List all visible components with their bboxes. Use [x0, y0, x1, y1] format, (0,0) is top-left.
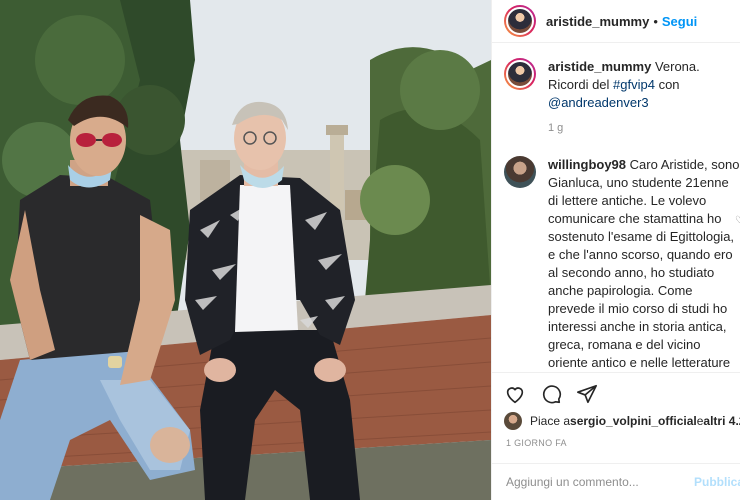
comment-like-icon[interactable]: ♡	[735, 215, 740, 226]
post-details-panel: aristide_mummy • Segui aristide_mummy Ve…	[491, 0, 740, 500]
comment-icon[interactable]	[540, 383, 562, 405]
caption-text-mid: con	[654, 77, 680, 92]
caption-username[interactable]: aristide_mummy	[548, 59, 651, 74]
avatar[interactable]	[504, 5, 536, 37]
comment-body: willingboy98 Caro Aristide, sono Gianluc…	[548, 156, 740, 370]
liker-avatar[interactable]	[504, 412, 522, 430]
caption-time: 1 g	[548, 122, 564, 134]
post-header: aristide_mummy • Segui	[492, 0, 740, 43]
comment-username[interactable]: willingboy98	[548, 157, 626, 172]
share-icon[interactable]	[576, 383, 598, 405]
comment-input[interactable]: Aggiungi un commento...	[506, 475, 694, 489]
liker-username[interactable]: sergio_volpini_official	[570, 414, 697, 428]
caption-body: aristide_mummy Verona. Ricordi del #gfvi…	[548, 58, 740, 112]
likes-mid: e	[696, 414, 704, 428]
caption-avatar[interactable]	[504, 58, 536, 90]
post-date[interactable]: 1 GIORNO FA	[506, 438, 567, 448]
likes-prefix: Piace a	[530, 414, 571, 428]
add-comment-bar: Aggiungi un commento... Pubblica	[492, 463, 740, 500]
comment-item: willingboy98 Caro Aristide, sono Gianluc…	[504, 156, 740, 370]
publish-button[interactable]: Pubblica	[694, 475, 740, 489]
likes-others[interactable]: altri 4.298	[703, 414, 740, 428]
mention-link[interactable]: @andreadenver3	[548, 95, 649, 110]
caption: aristide_mummy Verona. Ricordi del #gfvi…	[504, 58, 740, 112]
comments-list[interactable]: aristide_mummy Verona. Ricordi del #gfvi…	[492, 58, 740, 370]
comment-avatar[interactable]	[504, 156, 536, 188]
action-bar	[492, 372, 740, 414]
hashtag-link[interactable]: #gfvip4	[613, 77, 655, 92]
separator-dot: •	[653, 13, 658, 29]
follow-button[interactable]: Segui	[662, 14, 697, 29]
post-photo[interactable]	[0, 0, 491, 500]
header-username[interactable]: aristide_mummy	[546, 14, 649, 29]
comment-text: Caro Aristide, sono Gianluca, uno studen…	[548, 157, 740, 370]
heart-icon[interactable]	[504, 383, 526, 405]
likes-summary: Piace a sergio_volpini_official e altri …	[504, 410, 740, 432]
